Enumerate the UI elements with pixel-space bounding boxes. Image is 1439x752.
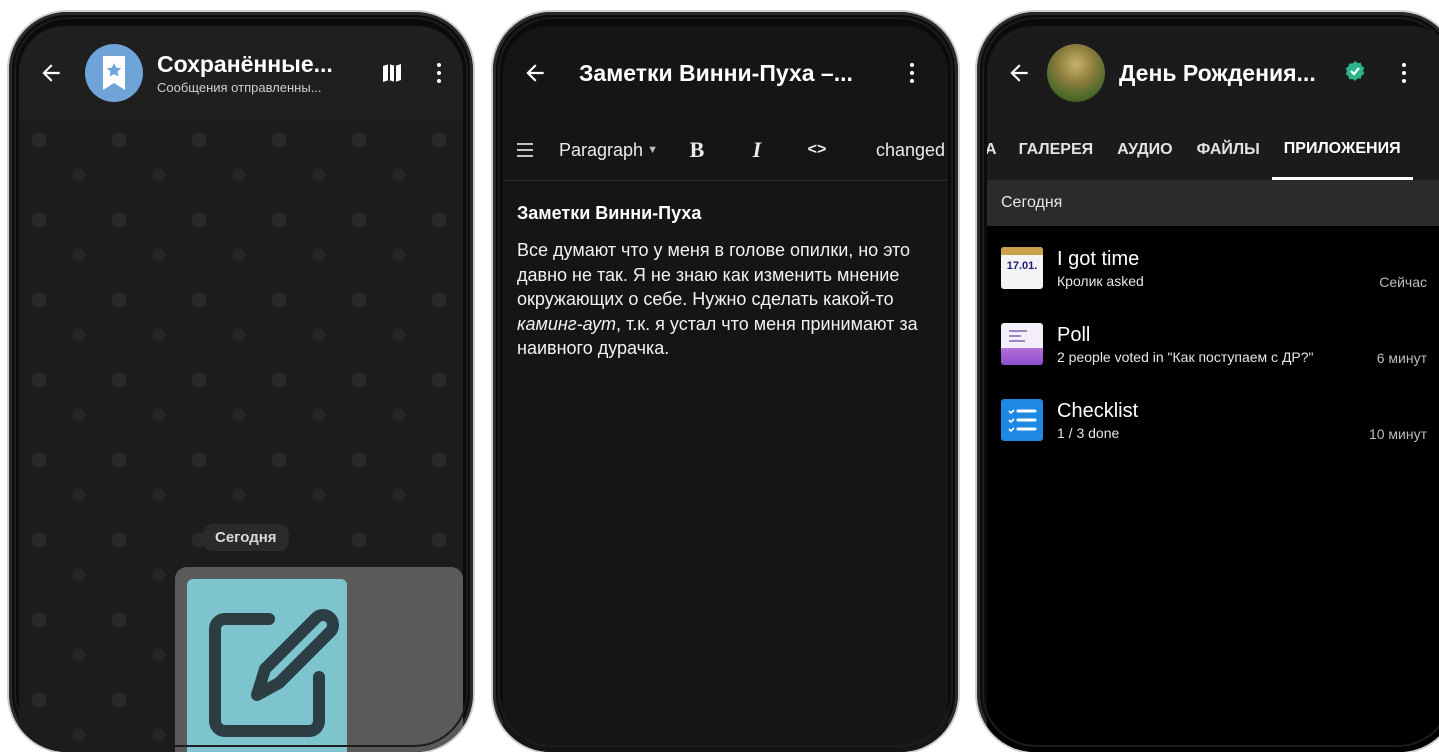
app-bar: Сохранённые... Сообщения отправленны...	[19, 26, 463, 120]
note-heading: Заметки Винни-Пуха	[517, 203, 702, 223]
screen: Заметки Винни-Пуха –... Paragraph ▼ B I …	[503, 26, 948, 752]
back-arrow-icon[interactable]	[515, 53, 555, 93]
hamburger-menu-icon[interactable]	[515, 143, 535, 157]
calendar-date: 17.01.	[1006, 260, 1038, 272]
saved-messages-avatar[interactable]	[85, 44, 143, 102]
list-item[interactable]: Poll 2 people voted in "Как поступаем с …	[987, 306, 1439, 382]
app-description: 2 people voted in "Как поступаем с ДР?"	[1057, 348, 1314, 365]
back-arrow-icon[interactable]	[31, 53, 71, 93]
tab-gallery[interactable]: ГАЛЕРЕЯ	[1007, 120, 1106, 180]
more-options-icon[interactable]	[897, 53, 927, 93]
paragraph-dropdown[interactable]: Paragraph ▼	[559, 140, 658, 161]
map-icon[interactable]	[372, 53, 412, 93]
app-name: I got time	[1057, 247, 1140, 270]
app-timestamp: 6 минут	[1376, 350, 1427, 366]
code-button[interactable]: <>	[802, 141, 832, 159]
app-description: 1 / 3 done	[1057, 424, 1120, 441]
list-item[interactable]: Checklist 1 / 3 done 10 минут	[987, 382, 1439, 458]
italic-button[interactable]: I	[744, 137, 770, 163]
note-text-italic: каминг-аут	[517, 313, 617, 334]
more-options-icon[interactable]	[424, 53, 454, 93]
phone-group-apps: День Рождения... А ГАЛЕРЕЯ АУДИО ФАЙЛЫ П…	[977, 12, 1439, 752]
chat-title-block[interactable]: Сохранённые... Сообщения отправленны...	[157, 51, 352, 95]
more-options-icon[interactable]	[1389, 53, 1419, 93]
note-body[interactable]: Все думают что у меня в голове опилки, н…	[517, 238, 940, 361]
chat-subtitle: Сообщения отправленны...	[157, 80, 322, 95]
app-bar: День Рождения...	[987, 26, 1439, 120]
app-description: Кролик asked	[1057, 272, 1144, 289]
tab-apps[interactable]: ПРИЛОЖЕНИЯ	[1271, 120, 1413, 180]
dropdown-caret-icon: ▼	[647, 144, 658, 156]
media-tabs: А ГАЛЕРЕЯ АУДИО ФАЙЛЫ ПРИЛОЖЕНИЯ	[987, 120, 1439, 180]
save-status: changed	[875, 139, 946, 160]
date-separator: Сегодня	[203, 524, 289, 551]
bookmark-star-icon	[103, 56, 125, 90]
poll-icon	[1001, 323, 1043, 365]
edit-note-icon[interactable]	[187, 579, 347, 752]
note-text: Все думают что у меня в голове опилки, н…	[517, 240, 911, 309]
chat-title: Сохранённые...	[157, 51, 333, 77]
message-bubble[interactable]	[175, 567, 463, 752]
checklist-icon	[1001, 399, 1043, 441]
bold-button[interactable]: B	[684, 137, 710, 163]
tab-media-partial[interactable]: А	[987, 120, 1007, 180]
verified-badge-icon	[1343, 59, 1367, 88]
app-name: Poll	[1057, 323, 1091, 346]
back-arrow-icon[interactable]	[999, 53, 1039, 93]
app-name: Checklist	[1057, 399, 1139, 422]
note-title-header: Заметки Винни-Пуха –...	[579, 59, 853, 86]
app-bar: Заметки Винни-Пуха –...	[503, 26, 948, 120]
paragraph-label: Paragraph	[559, 139, 644, 160]
phone-saved-messages: Сохранённые... Сообщения отправленны... …	[9, 12, 473, 752]
app-timestamp: Сейчас	[1379, 274, 1427, 290]
app-timestamp: 10 минут	[1368, 426, 1427, 442]
group-title[interactable]: День Рождения...	[1119, 60, 1333, 87]
formatting-toolbar: Paragraph ▼ B I <> changed	[503, 120, 948, 181]
list-item[interactable]: 17.01. I got time Кролик asked Сейчас	[987, 230, 1439, 306]
calendar-icon: 17.01.	[1001, 247, 1043, 289]
tab-files[interactable]: ФАЙЛЫ	[1185, 120, 1272, 180]
tab-audio[interactable]: АУДИО	[1105, 120, 1184, 180]
screen: День Рождения... А ГАЛЕРЕЯ АУДИО ФАЙЛЫ П…	[987, 26, 1439, 752]
section-header: Сегодня	[987, 180, 1439, 226]
phone-note-editor: Заметки Винни-Пуха –... Paragraph ▼ B I …	[493, 12, 958, 752]
group-avatar[interactable]	[1047, 44, 1105, 102]
screen: Сохранённые... Сообщения отправленны... …	[19, 26, 463, 752]
